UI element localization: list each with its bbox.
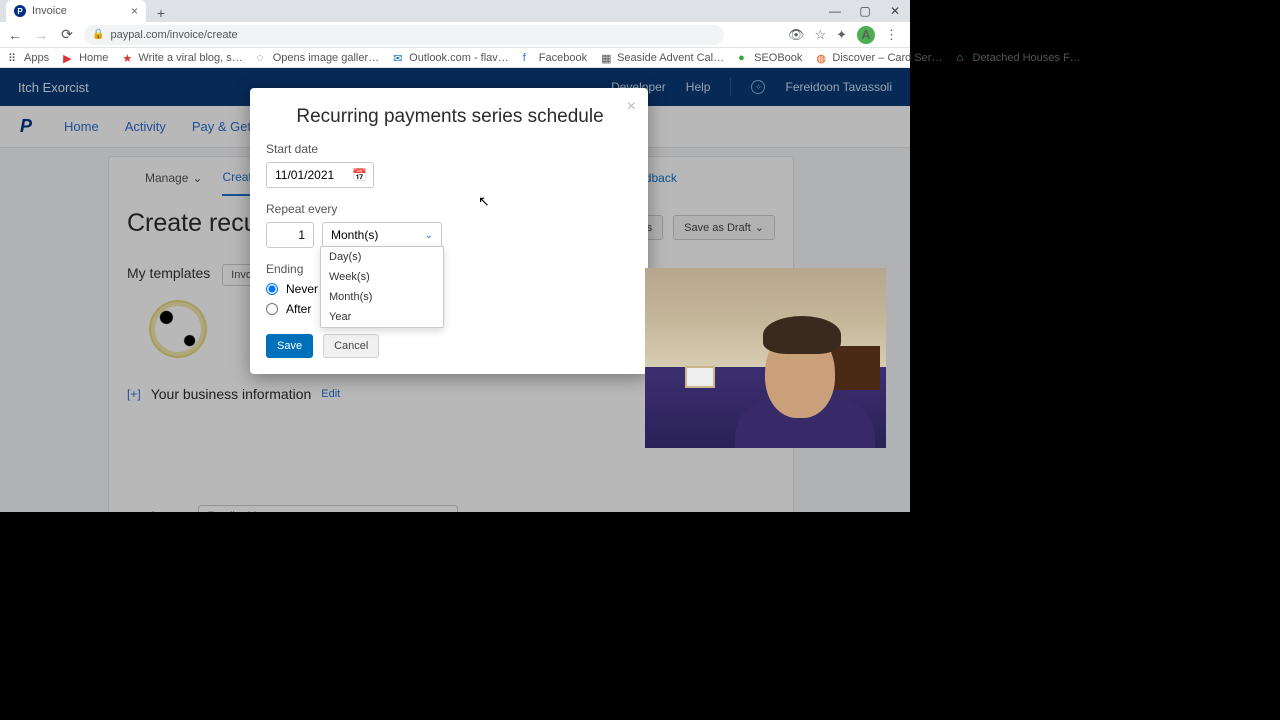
unit-option-year[interactable]: Year (321, 307, 443, 327)
close-button[interactable]: ✕ (880, 0, 910, 22)
repeat-unit-select[interactable]: Month(s) ⌄ (322, 222, 442, 248)
ending-never-radio[interactable] (266, 283, 278, 295)
bookmark-item[interactable]: fFacebook (523, 52, 587, 64)
bookmark-item[interactable]: ◌Opens image galler… (257, 52, 379, 64)
grid-icon: ▦ (601, 52, 613, 64)
address-bar[interactable]: 🔒 paypal.com/invoice/create (84, 25, 724, 45)
window-controls: — ▢ ✕ (820, 0, 910, 22)
start-date-input[interactable]: 11/01/2021 📅 (266, 162, 374, 188)
paypal-favicon: P (14, 5, 26, 17)
unit-option-weeks[interactable]: Week(s) (321, 267, 443, 287)
url-text: paypal.com/invoice/create (110, 29, 237, 41)
youtube-icon: ▶ (63, 52, 75, 64)
maximize-button[interactable]: ▢ (850, 0, 880, 22)
cancel-button[interactable]: Cancel (323, 334, 379, 358)
back-button[interactable]: ← (6, 27, 24, 43)
repeat-count-input[interactable]: 1 (266, 222, 314, 248)
unit-option-months[interactable]: Month(s) (321, 287, 443, 307)
bookmark-star-icon[interactable]: ☆ (814, 27, 826, 43)
bookmark-item[interactable]: ▦Seaside Advent Cal… (601, 52, 724, 64)
bookmark-item[interactable]: ◍Discover – Card Ser… (816, 52, 942, 64)
privacy-icon[interactable]: 👁 (788, 27, 805, 43)
modal-title: Recurring payments series schedule (266, 106, 634, 128)
browser-tab[interactable]: P Invoice × (6, 0, 146, 22)
outlook-icon: ✉ (393, 52, 405, 64)
apps-icon: ⠿ (8, 52, 20, 64)
bookmark-item[interactable]: ✉Outlook.com - flav… (393, 52, 509, 64)
chevron-down-icon: ⌄ (425, 230, 433, 241)
start-date-label: Start date (266, 142, 634, 156)
seo-icon: ● (738, 52, 750, 64)
chrome-menu-icon[interactable]: ⋮ (885, 27, 898, 43)
bookmark-item[interactable]: ▶Home (63, 52, 108, 64)
tab-title: Invoice (32, 5, 67, 17)
reload-button[interactable]: ⟳ (58, 26, 76, 43)
bookmarks-bar: ⠿Apps ▶Home ★Write a viral blog, s… ◌Ope… (0, 48, 910, 68)
ending-after-radio[interactable] (266, 303, 278, 315)
lock-icon: 🔒 (92, 29, 104, 40)
forward-button[interactable]: → (32, 27, 50, 43)
toolbar-right-icons: 👁 ☆ ✦ A ⋮ (788, 26, 904, 44)
star-icon: ★ (122, 52, 134, 64)
facebook-icon: f (523, 52, 535, 64)
modal-close-icon[interactable]: × (627, 98, 636, 116)
cursor-icon: ↖ (478, 193, 490, 210)
tab-close-icon[interactable]: × (131, 4, 138, 18)
repeat-unit-dropdown: Day(s) Week(s) Month(s) Year (320, 246, 444, 328)
tab-strip: P Invoice × + — ▢ ✕ (0, 0, 910, 22)
new-tab-button[interactable]: + (152, 4, 170, 22)
minimize-button[interactable]: — (820, 0, 850, 22)
profile-avatar[interactable]: A (857, 26, 875, 44)
ending-after-label: After (286, 302, 311, 316)
webcam-overlay (645, 268, 886, 448)
recurring-schedule-modal: × Recurring payments series schedule Sta… (250, 88, 648, 374)
repeat-every-label: Repeat every (266, 202, 634, 216)
calendar-icon[interactable]: 📅 (352, 168, 367, 182)
bookmark-item[interactable]: ⠿Apps (8, 52, 49, 64)
bookmark-item[interactable]: ★Write a viral blog, s… (122, 52, 242, 64)
extensions-icon[interactable]: ✦ (836, 27, 847, 43)
discover-icon: ◍ (816, 52, 828, 64)
browser-toolbar: ← → ⟳ 🔒 paypal.com/invoice/create 👁 ☆ ✦ … (0, 22, 910, 48)
ending-never-label: Never (286, 282, 318, 296)
unit-option-days[interactable]: Day(s) (321, 247, 443, 267)
bookmark-item[interactable]: ●SEOBook (738, 52, 802, 64)
house-icon: ⌂ (956, 52, 968, 64)
globe-icon: ◌ (257, 52, 269, 64)
save-button[interactable]: Save (266, 334, 313, 358)
bookmark-item[interactable]: ⌂Detached Houses F… (956, 52, 1080, 64)
